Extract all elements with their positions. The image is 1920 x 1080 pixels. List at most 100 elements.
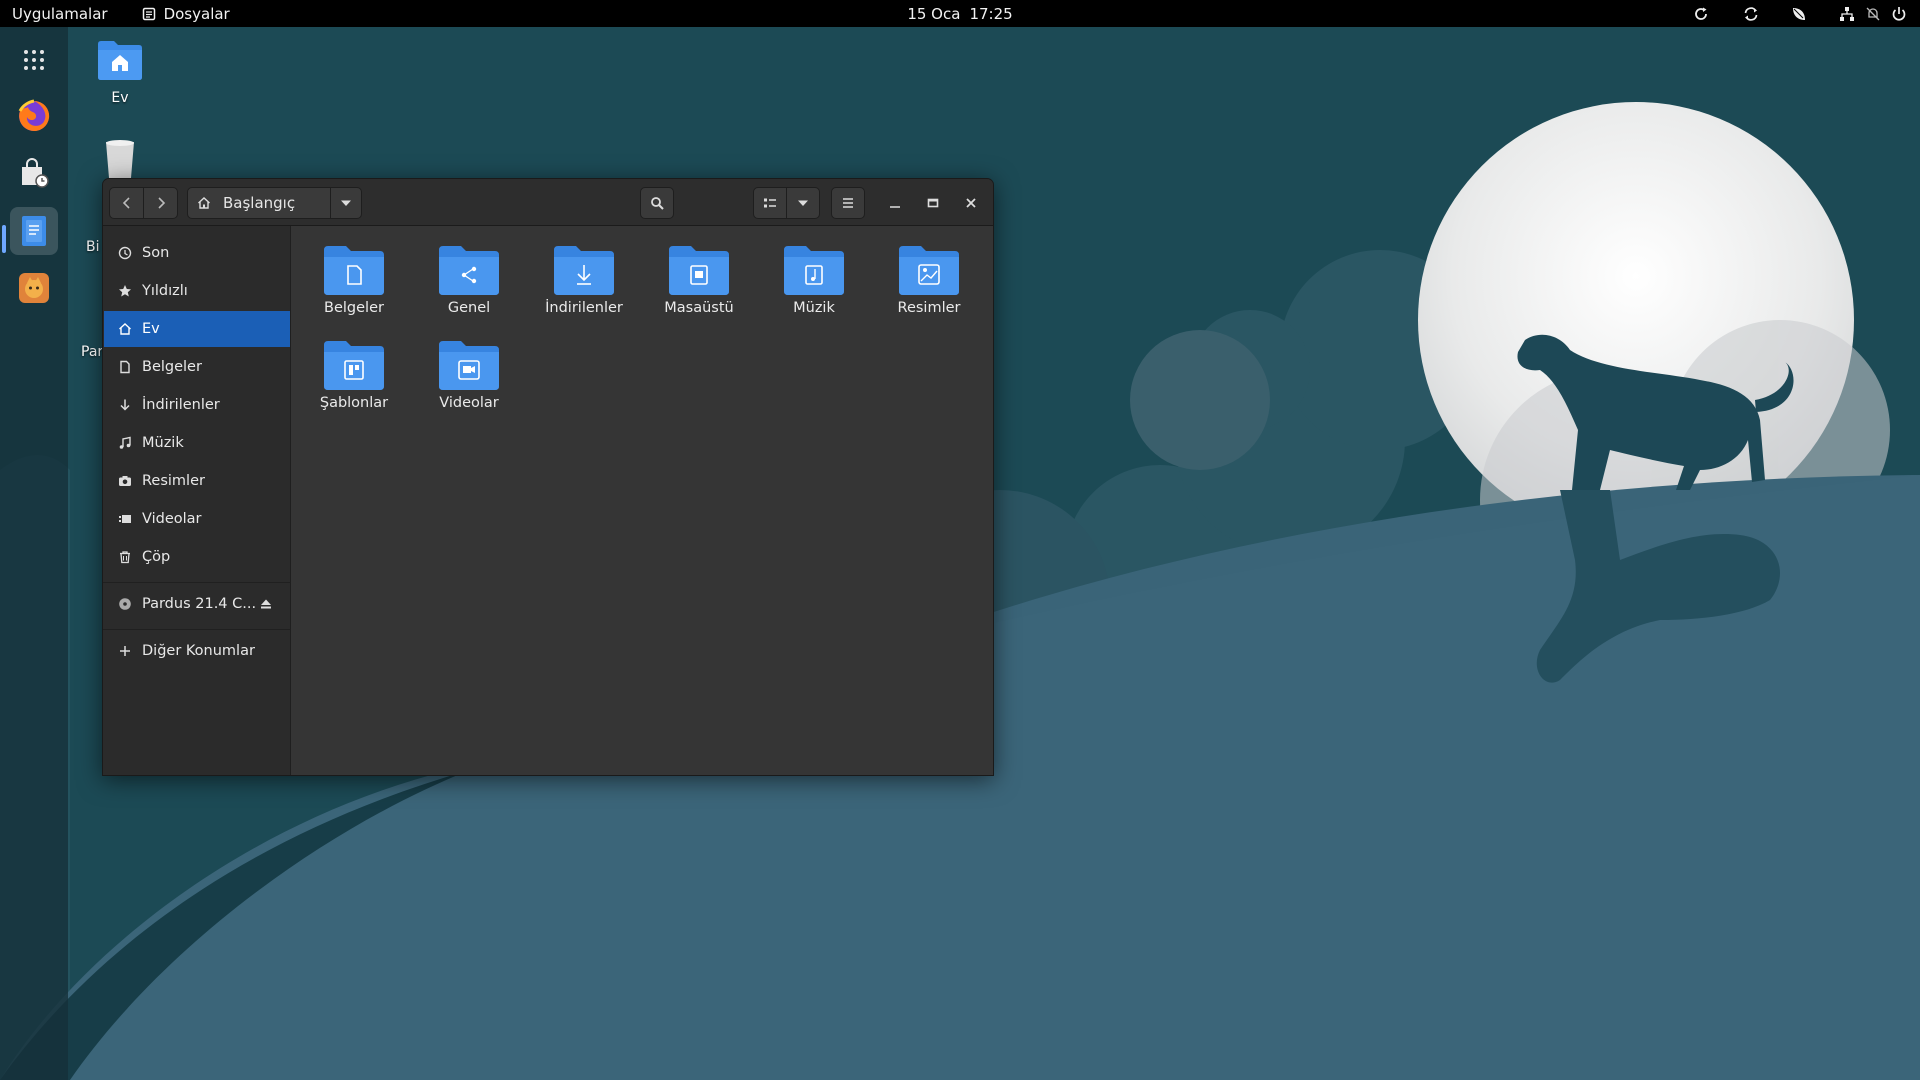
sidebar-item-videos[interactable]: Videolar [104,501,290,537]
caret-down-icon [798,200,808,206]
sidebar-item-other-locations[interactable]: Diğer Konumlar [104,633,290,669]
sidebar-item-label: Diğer Konumlar [142,643,255,659]
system-tray [1690,0,1910,27]
firefox-icon[interactable] [10,92,58,140]
power-icon[interactable] [1888,3,1910,25]
maximize-icon [927,198,939,208]
path-menu-button[interactable] [330,187,362,219]
list-view-icon [764,198,776,208]
app-grid-icon[interactable] [10,36,58,84]
trash-bin-icon [106,140,134,180]
active-app-label: Dosyalar [163,4,230,23]
dock [0,27,68,1080]
folder-videos[interactable]: Videolar [414,339,524,411]
folder-public[interactable]: Genel [414,244,524,316]
view-mode-button[interactable] [753,187,787,219]
sidebar-item-recent[interactable]: Son [104,235,290,271]
sidebar-item-pictures[interactable]: Resimler [104,463,290,499]
welcome-icon[interactable] [10,264,58,312]
sidebar-item-label: Resimler [142,473,205,489]
star-icon [119,285,131,297]
minimize-button[interactable] [879,187,911,219]
folder-pictures[interactable]: Resimler [874,244,984,316]
sidebar-item-documents[interactable]: Belgeler [104,349,290,385]
software-center-icon[interactable] [10,149,58,197]
video-icon [119,515,131,523]
network-icon[interactable] [1836,3,1858,25]
clock-time[interactable]: 17:25 [969,5,1012,23]
clock-date[interactable]: 15 Oca [907,5,960,23]
back-button[interactable] [109,187,144,219]
active-app-menu[interactable]: Dosyalar [142,0,230,27]
clock[interactable]: 15 Oca 17:25 [0,0,1920,27]
sidebar-item-music[interactable]: Müzik [104,425,290,461]
path-bar-label: Başlangıç [223,194,296,212]
sidebar-item-label: Videolar [142,511,202,527]
folder-label: İndirilenler [545,300,623,316]
folder-icon [324,246,384,295]
sidebar-item-downloads[interactable]: İndirilenler [104,387,290,423]
caret-down-icon [341,200,351,206]
chevron-right-icon [157,197,165,209]
folder-templates[interactable]: Şablonlar [299,339,409,411]
disc-icon [119,598,131,610]
top-bar: Uygulamalar Dosyalar 15 Oca 17:25 [0,0,1920,27]
sidebar-item-label: Belgeler [142,359,202,375]
eject-button[interactable] [252,586,280,622]
folder-label: Belgeler [324,300,384,316]
close-button[interactable] [955,187,987,219]
search-button[interactable] [640,187,674,219]
minimize-icon [890,206,900,208]
files-app-icon [142,7,155,20]
sidebar-item-label: İndirilenler [142,397,220,413]
folder-icon [669,246,729,295]
forward-button[interactable] [143,187,178,219]
notifications-off-icon[interactable] [1862,3,1884,25]
folder-icon [784,246,844,295]
folder-label: Videolar [439,395,499,411]
sidebar-item-label: Son [142,245,170,261]
camera-icon [119,476,131,486]
folder-music[interactable]: Müzik [759,244,869,316]
places-sidebar: Son Yıldızlı Ev Belgeler İndirilenler Mü… [103,226,291,775]
applications-menu[interactable]: Uygulamalar [12,0,108,27]
close-icon [966,198,976,208]
applications-menu-label: Uygulamalar [12,4,108,23]
sidebar-item-device[interactable]: Pardus 21.4 C... [104,586,290,622]
sidebar-item-starred[interactable]: Yıldızlı [104,273,290,309]
home-icon [198,197,210,209]
desktop-home-folder[interactable]: Ev [78,38,162,106]
app-grid-glyph [24,50,44,70]
maximize-button[interactable] [917,187,949,219]
refresh-icon[interactable] [1690,3,1712,25]
sidebar-item-label: Ev [142,321,160,337]
folder-downloads[interactable]: İndirilenler [529,244,639,316]
view-options-button[interactable] [786,187,820,219]
folder-icon [324,341,384,390]
document-icon [120,360,130,374]
path-bar-home[interactable]: Başlangıç [187,187,331,219]
sidebar-item-home[interactable]: Ev [104,311,290,347]
sidebar-item-label: Müzik [142,435,184,451]
folder-label: Şablonlar [319,395,389,411]
main-menu-button[interactable] [831,187,865,219]
sidebar-item-trash[interactable]: Çöp [104,539,290,575]
home-folder-icon [98,41,142,80]
leaf-icon[interactable] [1788,3,1810,25]
home-icon [119,323,131,335]
folder-label: Genel [447,300,491,316]
files-icon[interactable] [10,207,58,255]
folder-icon [439,341,499,390]
sidebar-separator [103,629,291,630]
plus-icon [120,646,130,656]
chevron-left-icon [122,197,130,209]
folder-documents[interactable]: Belgeler [299,244,409,316]
folder-view: Belgeler Genel İndirilenler Masaüstü Müz… [291,226,993,775]
desktop-icon-label: Ev [111,90,129,106]
sidebar-item-label: Yıldızlı [142,283,188,299]
download-icon [120,399,130,411]
sidebar-separator [103,582,291,583]
folder-desktop[interactable]: Masaüstü [644,244,754,316]
folder-icon [899,246,959,295]
sync-icon[interactable] [1740,3,1762,25]
